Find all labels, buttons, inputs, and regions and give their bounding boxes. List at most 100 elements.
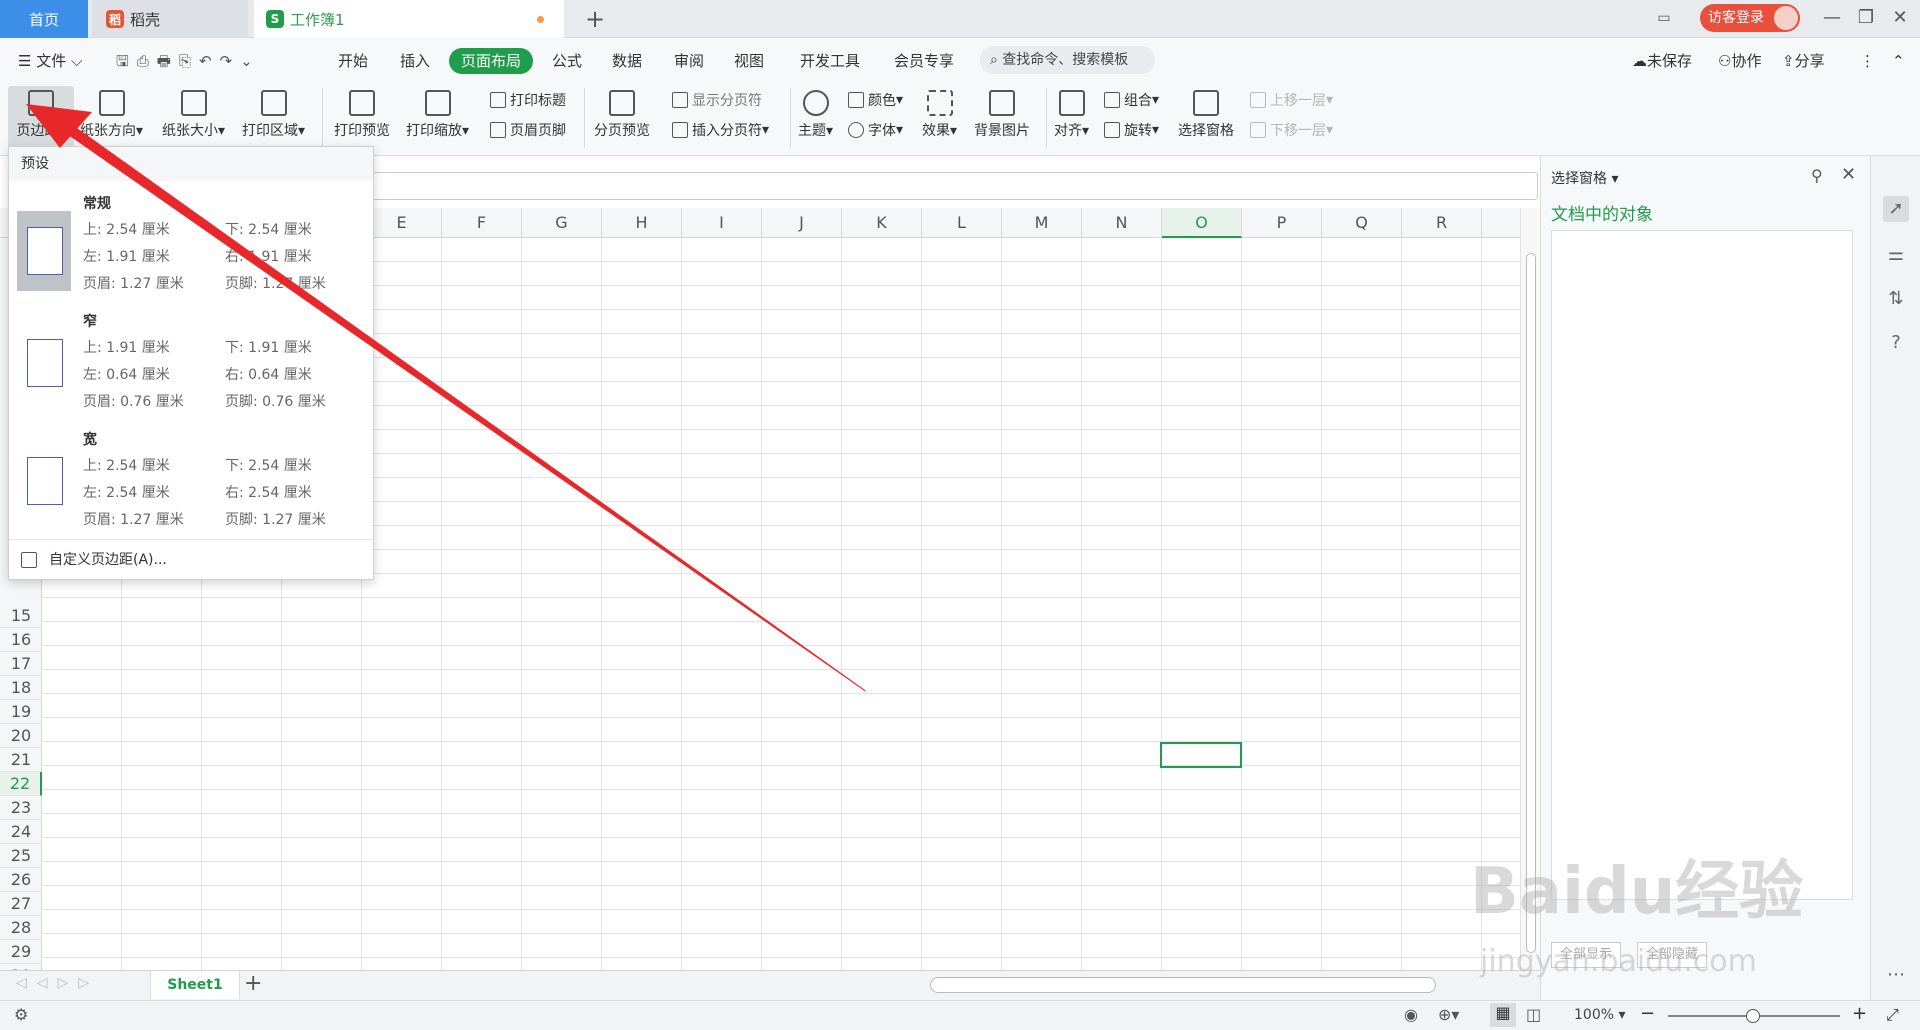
page-view-icon[interactable]: ◫: [1526, 1005, 1541, 1024]
page-break-preview-button[interactable]: 分页预览: [594, 90, 650, 140]
margins-button[interactable]: 页边距▾: [8, 86, 74, 148]
transform-icon[interactable]: ⇅: [1883, 286, 1909, 312]
row-header[interactable]: 23: [0, 796, 42, 820]
column-header[interactable]: G: [522, 208, 602, 238]
collaborate-button[interactable]: ⚇协作: [1718, 49, 1761, 73]
preset-normal[interactable]: 常规 上: 2.54 厘米 下: 2.54 厘米 左: 1.91 厘米 右: 1…: [9, 185, 373, 301]
selected-cell[interactable]: [1160, 742, 1242, 768]
print-scale-button[interactable]: 打印缩放▾: [406, 90, 469, 140]
tab-home[interactable]: 首页: [0, 0, 88, 38]
preset-wide[interactable]: 宽 上: 2.54 厘米 下: 2.54 厘米 左: 2.54 厘米 右: 2.…: [9, 421, 373, 537]
paper-size-button[interactable]: 纸张大小▾: [162, 90, 225, 140]
row-header[interactable]: 28: [0, 916, 42, 940]
window-mode-icon[interactable]: ▭: [1648, 2, 1680, 34]
column-header[interactable]: I: [682, 208, 762, 238]
orientation-button[interactable]: 纸张方向▾: [80, 90, 143, 140]
theme-button[interactable]: 主题▾: [798, 90, 833, 140]
tab-workbook[interactable]: S 工作簿1: [254, 0, 564, 38]
insert-page-break-button[interactable]: 插入分页符 ▾: [672, 120, 769, 140]
menu-formula[interactable]: 公式: [552, 49, 582, 73]
menu-insert[interactable]: 插入: [400, 49, 430, 73]
print-area-button[interactable]: 打印区域▾: [242, 90, 305, 140]
row-header[interactable]: 18: [0, 676, 42, 700]
normal-view-icon[interactable]: ▦: [1490, 1003, 1516, 1027]
menu-review[interactable]: 审阅: [674, 49, 704, 73]
login-button[interactable]: 访客登录: [1700, 4, 1800, 32]
objects-list[interactable]: [1551, 230, 1853, 900]
align-button[interactable]: 对齐▾: [1054, 90, 1089, 140]
menu-page-layout[interactable]: 页面布局: [449, 48, 533, 74]
zoom-slider-handle[interactable]: [1746, 1009, 1760, 1023]
row-header[interactable]: 22: [0, 772, 42, 796]
custom-margins-item[interactable]: 自定义页边距(A)...: [9, 539, 373, 579]
close-window-button[interactable]: ✕: [1884, 2, 1916, 34]
preset-narrow[interactable]: 窄 上: 1.91 厘米 下: 1.91 厘米 左: 0.64 厘米 右: 0.…: [9, 303, 373, 419]
send-backward-button[interactable]: 下移一层 ▾: [1250, 120, 1333, 140]
print-preview-button[interactable]: 打印预览: [334, 90, 390, 140]
menu-data[interactable]: 数据: [612, 49, 642, 73]
fullscreen-icon[interactable]: ⤢: [1886, 1005, 1899, 1025]
minimize-button[interactable]: —: [1816, 2, 1848, 34]
select-cursor-icon[interactable]: ➚: [1883, 196, 1909, 222]
zoom-in-button[interactable]: +: [1852, 1003, 1867, 1024]
horizontal-scroll-thumb[interactable]: [930, 977, 1436, 993]
colors-button[interactable]: 颜色 ▾: [848, 90, 903, 110]
more-options-icon[interactable]: ⋯: [1883, 962, 1909, 988]
row-header[interactable]: 25: [0, 844, 42, 868]
search-input[interactable]: ⌕ 查找命令、搜索模板: [980, 46, 1155, 74]
column-header[interactable]: J: [762, 208, 842, 238]
fonts-button[interactable]: 字体 ▾: [848, 120, 903, 140]
column-header[interactable]: K: [842, 208, 922, 238]
sheet-nav-arrows[interactable]: ◁◁▷▷: [16, 975, 99, 991]
menu-view[interactable]: 视图: [734, 49, 764, 73]
column-header[interactable]: H: [602, 208, 682, 238]
unsaved-button[interactable]: ☁未保存: [1632, 49, 1692, 73]
column-header[interactable]: R: [1402, 208, 1482, 238]
print-titles-button[interactable]: 打印标题: [490, 90, 566, 110]
collapse-ribbon-icon[interactable]: ⌃: [1892, 49, 1905, 73]
group-button[interactable]: 组合 ▾: [1104, 90, 1159, 110]
eye-protection-icon[interactable]: ◉: [1404, 1005, 1418, 1024]
new-tab-button[interactable]: +: [580, 4, 610, 34]
row-header[interactable]: 26: [0, 868, 42, 892]
row-header[interactable]: 17: [0, 652, 42, 676]
menu-member[interactable]: 会员专享: [894, 49, 954, 73]
row-header[interactable]: 29: [0, 940, 42, 964]
quick-access-toolbar[interactable]: 🖫⎙🖶⎘↶↷⌄: [116, 49, 261, 73]
selection-pane-title[interactable]: 选择窗格 ▾: [1551, 168, 1618, 188]
add-sheet-button[interactable]: +: [244, 971, 262, 996]
row-header[interactable]: 19: [0, 700, 42, 724]
row-header[interactable]: 16: [0, 628, 42, 652]
sheet-tab[interactable]: Sheet1: [150, 971, 240, 999]
column-header[interactable]: M: [1002, 208, 1082, 238]
rotate-button[interactable]: 旋转 ▾: [1104, 120, 1159, 140]
show-page-break-checkbox[interactable]: 显示分页符: [672, 90, 762, 110]
share-button[interactable]: ⇪分享: [1782, 49, 1825, 73]
column-header[interactable]: N: [1082, 208, 1162, 238]
row-header[interactable]: 20: [0, 724, 42, 748]
formula-input[interactable]: [370, 172, 1538, 200]
file-menu[interactable]: ☰ 文件 ⌵: [18, 49, 82, 73]
restore-button[interactable]: ❐: [1850, 2, 1882, 34]
column-header[interactable]: E: [362, 208, 442, 238]
column-header[interactable]: O: [1162, 208, 1242, 238]
background-image-button[interactable]: 背景图片: [974, 90, 1030, 140]
column-header[interactable]: L: [922, 208, 1002, 238]
pin-icon[interactable]: ⚲: [1811, 166, 1823, 185]
bring-forward-button[interactable]: 上移一层 ▾: [1250, 90, 1333, 110]
menu-start[interactable]: 开始: [338, 49, 368, 73]
row-header[interactable]: 21: [0, 748, 42, 772]
selection-pane-button[interactable]: 选择窗格: [1178, 90, 1234, 140]
effects-button[interactable]: 效果▾: [922, 90, 957, 140]
more-icon[interactable]: ⋮: [1860, 49, 1875, 73]
menu-dev-tools[interactable]: 开发工具: [800, 49, 860, 73]
tab-daoke[interactable]: 稻 稻壳: [92, 0, 248, 38]
row-header[interactable]: 27: [0, 892, 42, 916]
close-pane-icon[interactable]: ✕: [1841, 164, 1856, 185]
macro-icon[interactable]: ⚙: [14, 1005, 28, 1024]
center-view-icon[interactable]: ⊕▾: [1438, 1005, 1459, 1024]
row-header[interactable]: 24: [0, 820, 42, 844]
zoom-out-button[interactable]: −: [1640, 1003, 1655, 1024]
zoom-level[interactable]: 100% ▾: [1574, 1007, 1626, 1023]
help-icon[interactable]: ?: [1883, 330, 1909, 356]
